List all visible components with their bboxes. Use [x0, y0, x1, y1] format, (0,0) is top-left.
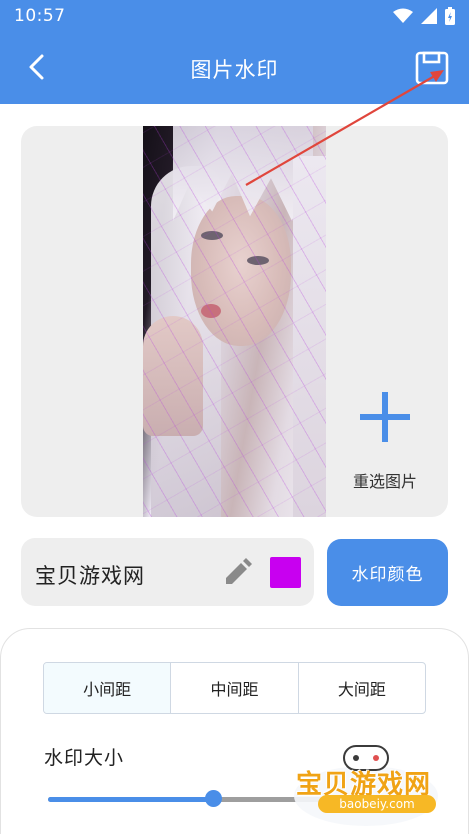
wifi-icon — [393, 8, 413, 23]
app-bar: 10:57 图片水印 — [0, 0, 469, 104]
spacing-option-small[interactable]: 小间距 — [44, 663, 172, 713]
color-swatch[interactable] — [270, 557, 301, 588]
add-image-icon[interactable] — [360, 392, 410, 442]
watermark-size-label: 水印大小 — [44, 747, 125, 769]
signal-icon — [421, 8, 437, 24]
spacing-option-medium[interactable]: 中间距 — [171, 663, 299, 713]
save-icon[interactable] — [414, 49, 450, 87]
preview-image — [143, 126, 326, 517]
status-icons — [393, 7, 455, 25]
size-slider-fill — [48, 797, 213, 802]
spacing-selector: 小间距 中间距 大间距 — [43, 662, 426, 714]
watermark-color-button[interactable]: 水印颜色 — [327, 539, 448, 606]
pencil-icon[interactable] — [222, 558, 252, 588]
status-time: 10:57 — [14, 6, 66, 26]
reselect-image-button[interactable]: 重选图片 — [330, 468, 440, 492]
brand-url: baobeiy.com — [318, 795, 436, 813]
battery-icon — [445, 7, 455, 25]
spacing-option-large[interactable]: 大间距 — [299, 663, 425, 713]
page-title: 图片水印 — [190, 58, 279, 82]
size-slider-thumb[interactable] — [204, 790, 222, 807]
watermark-text-value[interactable]: 宝贝游戏网 — [35, 560, 145, 590]
